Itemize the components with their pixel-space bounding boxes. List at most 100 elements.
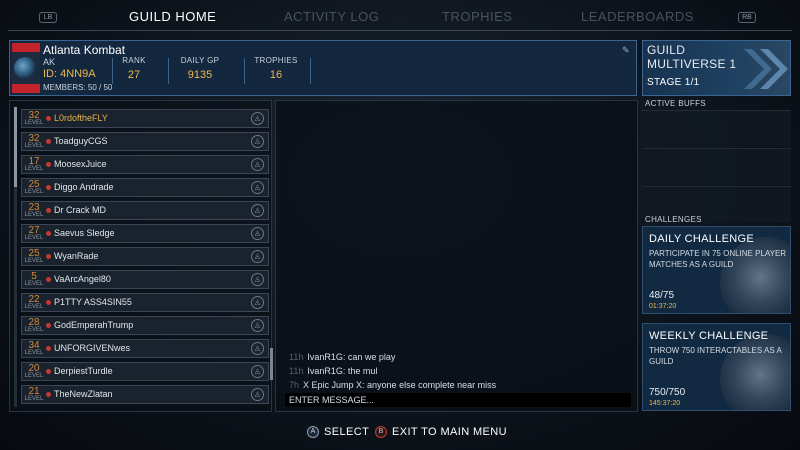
challenges-label: CHALLENGES [645,215,702,224]
online-status-icon [46,277,51,282]
online-status-icon [46,139,51,144]
member-level-label: LEVEL [24,327,44,333]
member-level-label: LEVEL [24,212,44,218]
member-row[interactable]: 17 LEVEL MoosexJuice ◬ [21,155,269,174]
member-level-label: LEVEL [24,304,44,310]
challenge-title: WEEKLY CHALLENGE [649,330,769,342]
member-level-label: LEVEL [24,166,44,172]
challenge-description: THROW 750 INTERACTABLES AS A GUILD [649,346,782,366]
stat-value: 27 [127,69,141,81]
member-row[interactable]: 5 LEVEL VaArcAngel80 ◬ [21,270,269,289]
member-row[interactable]: 32 LEVEL L0rdoftheFLY ◬ [21,109,269,128]
online-status-icon [46,323,51,328]
tab-activity-log[interactable]: ACTIVITY LOG [284,9,379,24]
chat-panel: 11h IvanR1G: can we play 11h IvanR1G: the … [275,100,638,412]
online-status-icon [46,346,51,351]
member-gamertag: GodEmperahTrump [54,320,134,330]
member-row[interactable]: 23 LEVEL Dr Crack MD ◬ [21,201,269,220]
member-options-icon[interactable]: ◬ [251,388,264,401]
member-gamertag: P1TTY ASS4SIN55 [54,297,132,307]
member-row[interactable]: 25 LEVEL WyanRade ◬ [21,247,269,266]
tab-leaderboards[interactable]: LEADERBOARDS [581,9,694,24]
chat-text: X Epic Jump X: anyone else complete near… [303,380,497,390]
member-options-icon[interactable]: ◬ [251,365,264,378]
member-options-icon[interactable]: ◬ [251,250,264,263]
chat-time: 11h [289,352,304,362]
member-level-label: LEVEL [24,189,44,195]
member-level-label: LEVEL [24,143,44,149]
edit-pencil-icon[interactable]: ✎ [622,45,632,55]
stat-value: 9135 [187,69,213,81]
member-gamertag: DerpiestTurdle [54,366,113,376]
member-gamertag: TheNewZlatan [54,389,113,399]
buff-slot [642,148,791,185]
daily-challenge-card[interactable]: DAILY CHALLENGE PARTICIPATE IN 75 ONLINE… [642,226,791,314]
member-options-icon[interactable]: ◬ [251,296,264,309]
globe-icon [14,57,36,79]
online-status-icon [46,254,51,259]
member-row[interactable]: 25 LEVEL Diggo Andrade ◬ [21,178,269,197]
member-row[interactable]: 21 LEVEL TheNewZlatan ◬ [21,385,269,404]
chat-message: 11h IvanR1G: the mul [289,366,377,376]
multiverse-stage: STAGE 1/1 [647,77,700,88]
online-status-icon [46,208,51,213]
challenge-progress: 750/750 [649,387,686,398]
guild-multiverse-card[interactable]: GUILD MULTIVERSE 1 STAGE 1/1 [642,40,791,96]
multiverse-title-line1: GUILD [647,43,686,57]
stat-daily-gp: DAILY GP 9135 [172,56,228,81]
stat-rank: RANK 27 [116,56,152,81]
chat-message: 11h IvanR1G: can we play [289,352,395,362]
stat-value: 16 [269,69,283,81]
online-status-icon [46,162,51,167]
a-button-icon: A [307,426,319,438]
chat-scrollbar[interactable] [270,348,273,380]
member-options-icon[interactable]: ◬ [251,112,264,125]
member-gamertag: ToadguyCGS [54,136,108,146]
member-row[interactable]: 22 LEVEL P1TTY ASS4SIN55 ◬ [21,293,269,312]
member-level-label: LEVEL [24,258,44,264]
member-options-icon[interactable]: ◬ [251,181,264,194]
online-status-icon [46,185,51,190]
member-level-label: LEVEL [24,235,44,241]
challenge-time-left: 01:37:20 [649,303,677,310]
tab-guild-home[interactable]: GUILD HOME [129,9,216,24]
member-options-icon[interactable]: ◬ [251,227,264,240]
member-row[interactable]: 32 LEVEL ToadguyCGS ◬ [21,132,269,151]
exit-to-main-menu-prompt[interactable]: EXIT TO MAIN MENU [392,426,507,438]
chevron-right-icon [744,49,788,89]
rb-bumper-icon[interactable]: RB [738,12,756,23]
tab-trophies[interactable]: TROPHIES [442,9,512,24]
select-prompt[interactable]: SELECT [324,426,369,438]
weekly-challenge-card[interactable]: WEEKLY CHALLENGE THROW 750 INTERACTABLES… [642,323,791,411]
multiverse-title: GUILD MULTIVERSE 1 [647,43,736,71]
lb-bumper-icon[interactable]: LB [39,12,57,23]
member-options-icon[interactable]: ◬ [251,273,264,286]
member-options-icon[interactable]: ◬ [251,319,264,332]
guild-member-count: MEMBERS: 50 / 50 [43,83,113,92]
guild-info-card: Atlanta Kombat AK ID: 4NN9A MEMBERS: 50 … [9,40,637,96]
member-options-icon[interactable]: ◬ [251,204,264,217]
member-scrollbar[interactable] [14,107,17,187]
member-options-icon[interactable]: ◬ [251,135,264,148]
stat-divider [310,58,311,84]
member-row[interactable]: 34 LEVEL UNFORGIVENwes ◬ [21,339,269,358]
member-options-icon[interactable]: ◬ [251,158,264,171]
guild-emblem [12,43,40,93]
challenge-description: PARTICIPATE IN 75 ONLINE PLAYER MATCHES … [649,249,787,269]
top-navigation: LB GUILD HOME ACTIVITY LOG TROPHIES LEAD… [8,4,792,32]
challenge-progress: 48/75 [649,290,675,301]
chat-message-input[interactable]: ENTER MESSAGE... [285,393,631,407]
member-gamertag: VaArcAngel80 [54,274,111,284]
member-row[interactable]: 28 LEVEL GodEmperahTrump ◬ [21,316,269,335]
chat-text: IvanR1G: can we play [307,352,396,362]
stat-label: TROPHIES [254,56,298,65]
stat-trophies: TROPHIES 16 [248,56,304,81]
member-options-icon[interactable]: ◬ [251,342,264,355]
member-row[interactable]: 20 LEVEL DerpiestTurdle ◬ [21,362,269,381]
member-row[interactable]: 27 LEVEL Saevus Sledge ◬ [21,224,269,243]
member-gamertag: WyanRade [54,251,99,261]
member-gamertag: MoosexJuice [54,159,107,169]
member-level-label: LEVEL [24,120,44,126]
online-status-icon [46,116,51,121]
stat-divider [112,58,113,84]
